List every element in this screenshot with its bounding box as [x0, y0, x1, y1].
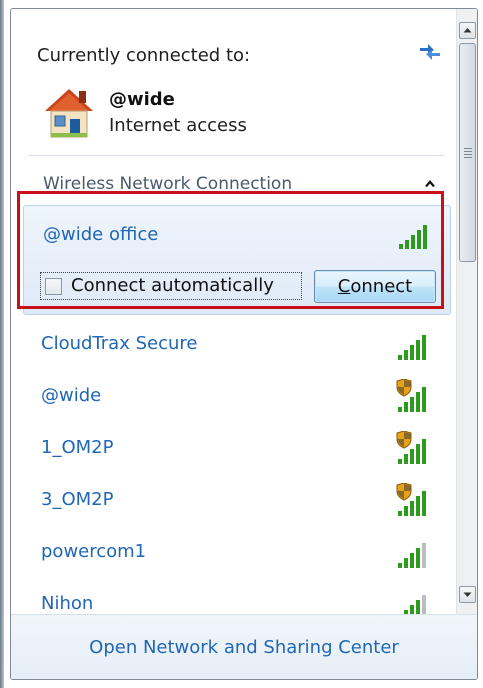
scroll-thumb[interactable]	[459, 43, 476, 262]
signal-bar	[416, 340, 420, 360]
connect-button-label: onnect	[350, 276, 413, 297]
signal-bar	[404, 350, 408, 360]
scroll-up-button[interactable]	[459, 22, 476, 39]
signal-strength-icon	[396, 483, 426, 516]
network-flyout: Currently connected to: @wide Internet a…	[10, 8, 478, 680]
network-name: 1_OM2P	[41, 437, 114, 458]
selected-network-name: @wide office	[43, 224, 159, 245]
signal-bar	[398, 459, 402, 464]
network-name: @wide	[41, 385, 102, 406]
open-network-sharing-center-link[interactable]: Open Network and Sharing Center	[11, 637, 477, 658]
signal-bar	[404, 402, 408, 412]
network-list-item[interactable]: powercom1	[21, 527, 449, 579]
thumb-grip	[464, 157, 472, 158]
signal-bar	[398, 511, 402, 516]
selected-network-item[interactable]: @wide office Connect automatically Conne…	[23, 205, 451, 315]
signal-bar	[416, 392, 420, 412]
network-list-item[interactable]: 3_OM2P	[21, 475, 449, 527]
wireless-section-header[interactable]: Wireless Network Connection	[19, 159, 447, 205]
checkbox-box[interactable]	[45, 278, 62, 295]
signal-strength-icon	[399, 225, 427, 249]
signal-bar	[416, 444, 420, 464]
window-edge	[0, 0, 4, 688]
network-name: Nihon	[41, 593, 94, 614]
network-list-item[interactable]: Nihon	[21, 579, 449, 614]
network-name: powercom1	[41, 541, 147, 562]
connect-button[interactable]: Connect	[314, 270, 436, 303]
chevron-up-icon[interactable]	[424, 178, 436, 188]
connect-automatically-checkbox[interactable]: Connect automatically	[40, 272, 302, 300]
signal-bar	[398, 355, 402, 360]
connected-network-status: Internet access	[109, 115, 247, 136]
signal-strength-icon	[396, 379, 426, 412]
signal-bar	[422, 491, 426, 516]
connect-button-accesskey: C	[337, 276, 351, 297]
refresh-icon[interactable]	[417, 39, 443, 61]
signal-bar	[422, 543, 426, 568]
signal-bar	[398, 407, 402, 412]
network-name: 3_OM2P	[41, 489, 114, 510]
network-list-viewport: Currently connected to: @wide Internet a…	[11, 9, 456, 614]
signal-strength-icon	[398, 335, 426, 360]
divider	[29, 155, 444, 156]
section-label: Wireless Network Connection	[43, 174, 293, 194]
connect-automatically-label: Connect automatically	[71, 275, 274, 296]
signal-bar	[410, 501, 414, 516]
signal-bar	[398, 563, 402, 568]
signal-bar	[404, 506, 408, 516]
signal-bar	[410, 605, 414, 614]
scroll-down-button[interactable]	[459, 586, 476, 603]
scrollbar[interactable]	[456, 9, 477, 614]
signal-bar	[416, 600, 420, 614]
currently-connected-title: Currently connected to:	[37, 45, 251, 66]
signal-bar	[410, 449, 414, 464]
signal-bar	[416, 496, 420, 516]
thumb-grip	[464, 154, 472, 155]
signal-bar	[422, 335, 426, 360]
signal-bar	[404, 454, 408, 464]
signal-bar	[410, 345, 414, 360]
network-list-item[interactable]: @wide	[21, 371, 449, 423]
network-list-item[interactable]: CloudTrax Secure	[21, 319, 449, 371]
signal-bar	[410, 397, 414, 412]
network-list-item[interactable]: 1_OM2P	[21, 423, 449, 475]
footer: Open Network and Sharing Center	[11, 614, 477, 679]
signal-bar	[422, 387, 426, 412]
signal-strength-icon	[396, 431, 426, 464]
connected-network-name: @wide	[109, 89, 175, 110]
network-name: CloudTrax Secure	[41, 333, 198, 354]
house-icon	[45, 89, 93, 138]
scroll-up-arrow-icon	[463, 28, 472, 33]
scroll-down-arrow-icon	[463, 592, 472, 597]
thumb-grip	[464, 148, 472, 149]
signal-strength-icon	[398, 543, 426, 568]
signal-bar	[410, 553, 414, 568]
signal-bar	[422, 595, 426, 614]
signal-bar	[404, 558, 408, 568]
signal-strength-icon	[404, 595, 426, 614]
signal-bar	[422, 439, 426, 464]
thumb-grip	[464, 151, 472, 152]
signal-bar	[416, 548, 420, 568]
